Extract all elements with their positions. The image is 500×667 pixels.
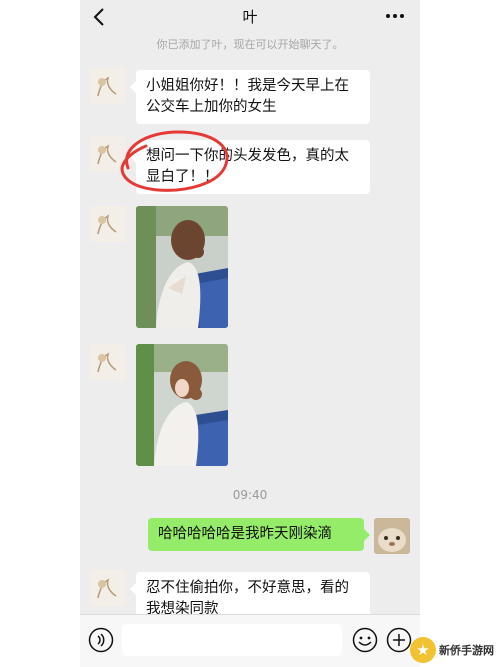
photo-message[interactable] <box>136 206 228 328</box>
photo-message[interactable] <box>136 344 228 466</box>
chat-title: 叶 <box>242 8 258 26</box>
plus-icon[interactable] <box>386 627 412 653</box>
watermark-logo-icon: ★ <box>410 637 436 663</box>
message-bubble[interactable]: 小姐姐你好！！我是今天早上在公交车上加你的女生 <box>130 70 370 124</box>
voice-icon[interactable] <box>88 627 114 653</box>
message-text: 想问一下你的头发发色，真的太显白了！！ <box>146 148 349 185</box>
timestamp: 09:40 <box>232 488 268 502</box>
message-text: 忍不住偷拍你，不好意思，看的我想染同款 <box>146 580 349 617</box>
avatar[interactable] <box>90 206 126 242</box>
my-avatar[interactable] <box>374 518 410 554</box>
message-text: 小姐姐你好！！我是今天早上在公交车上加你的女生 <box>146 78 349 115</box>
watermark-text: 新侨手游网 <box>439 644 494 657</box>
input-bar <box>80 614 420 667</box>
site-watermark: ★ 新侨手游网 <box>410 637 494 663</box>
message-bubble[interactable]: 想问一下你的头发发色，真的太显白了！！ <box>130 140 370 194</box>
avatar[interactable] <box>90 68 126 104</box>
system-notice: 你已添加了叶，现在可以开始聊天了。 <box>156 38 344 51</box>
message-text: 哈哈哈哈哈是我昨天刚染滴 <box>158 526 332 542</box>
emoji-icon[interactable] <box>352 627 378 653</box>
avatar[interactable] <box>90 136 126 172</box>
more-dots-icon[interactable] <box>384 8 406 24</box>
chat-screen: 叶 你已添加了叶，现在可以开始聊天了。 小姐姐你好！！我是今天早上在公交车上加你… <box>80 0 420 667</box>
my-message-bubble[interactable]: 哈哈哈哈哈是我昨天刚染滴 <box>148 518 370 551</box>
message-input[interactable] <box>122 624 342 656</box>
avatar[interactable] <box>90 344 126 380</box>
avatar[interactable] <box>90 570 126 606</box>
chat-header: 叶 <box>80 0 420 34</box>
